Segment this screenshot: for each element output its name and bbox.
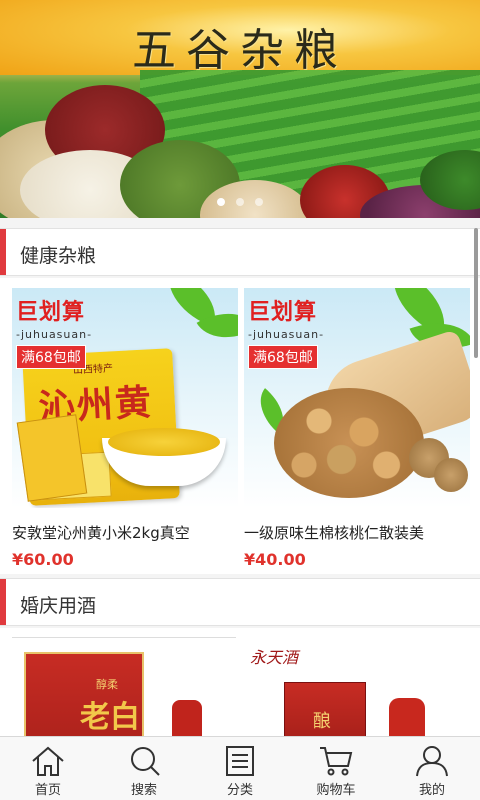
box-brand-text: 老白 <box>80 700 140 735</box>
product-price: ¥60.00 <box>12 550 74 569</box>
scrollbar[interactable] <box>474 228 478 358</box>
carousel-indicator <box>0 191 480 210</box>
product-image[interactable]: 永天酒 酿 <box>244 640 470 738</box>
product-name[interactable]: 一级原味生棉核桃仁散装美 <box>244 522 470 543</box>
product-image[interactable]: 山西特产 沁州黄 珍品 巨划算 -juhuasuan- 满68包邮 <box>12 288 238 508</box>
walnut-pile <box>274 388 424 498</box>
promo-subtitle: -juhuasuan- <box>16 328 93 341</box>
liquor-bottle <box>172 700 202 738</box>
banner-carousel[interactable]: 五谷杂粮 <box>0 0 480 218</box>
brand-logo: 永天酒 <box>250 648 299 667</box>
nav-label: 分类 <box>226 783 253 798</box>
nav-search[interactable]: 搜索 <box>96 737 192 800</box>
section-accent-bar <box>0 579 6 625</box>
search-icon <box>131 747 160 776</box>
section-header-wine[interactable]: 婚庆用酒 <box>0 578 480 626</box>
millet-box <box>16 414 88 502</box>
section-accent-bar <box>0 229 6 275</box>
promo-title: 巨划算 <box>16 300 86 325</box>
product-grid: 山西特产 沁州黄 珍品 巨划算 -juhuasuan- 满68包邮 安敦堂沁州黄… <box>0 278 480 574</box>
list-icon <box>226 746 254 776</box>
product-image[interactable]: 巨划算 -juhuasuan- 满68包邮 <box>244 288 470 508</box>
nav-label: 首页 <box>34 783 61 798</box>
free-shipping-tag: 满68包邮 <box>16 345 86 369</box>
cart-icon <box>320 747 353 776</box>
product-grid: 醇柔 老白 永天酒 酿 <box>0 628 480 738</box>
product-price: ¥40.00 <box>244 550 306 569</box>
nav-home[interactable]: 首页 <box>0 737 96 800</box>
promo-badge: 巨划算 -juhuasuan- 满68包邮 <box>16 294 128 369</box>
nav-cart[interactable]: 购物车 <box>288 737 384 800</box>
promo-title: 巨划算 <box>248 300 318 325</box>
free-shipping-tag: 满68包邮 <box>248 345 318 369</box>
liquor-box: 醇柔 老白 <box>24 652 144 738</box>
promo-badge: 巨划算 -juhuasuan- 满68包邮 <box>248 294 360 369</box>
nav-label: 我的 <box>418 783 445 798</box>
user-icon <box>416 746 448 777</box>
liquor-bottle <box>389 698 425 738</box>
banner-title: 五谷杂粮 <box>132 25 348 76</box>
liquor-box: 酿 <box>284 682 366 738</box>
promo-subtitle: -juhuasuan- <box>248 328 325 341</box>
box-label: 醇柔 <box>96 678 118 691</box>
home-icon <box>32 746 64 776</box>
carousel-dot[interactable] <box>236 198 244 206</box>
carousel-dot[interactable] <box>216 198 225 206</box>
section-title: 婚庆用酒 <box>20 595 97 617</box>
walnut-shell <box>434 458 468 492</box>
section-header-grains[interactable]: 健康杂粮 <box>0 228 480 276</box>
bottom-nav: 首页 搜索 分类 购物车 我的 <box>0 736 480 800</box>
product-image[interactable]: 醇柔 老白 <box>12 640 238 738</box>
section-title: 健康杂粮 <box>20 245 97 267</box>
carousel-dot[interactable] <box>255 198 264 206</box>
nav-label: 搜索 <box>130 783 157 798</box>
nav-label: 购物车 <box>316 783 356 798</box>
product-name[interactable]: 安敦堂沁州黄小米2kg真空 <box>12 522 238 543</box>
app-screen: 五谷杂粮 健康杂粮 山西特产 沁州黄 珍品 <box>0 0 480 800</box>
nav-category[interactable]: 分类 <box>192 737 288 800</box>
nav-profile[interactable]: 我的 <box>384 737 480 800</box>
box-brand-text: 酿 <box>313 711 331 732</box>
